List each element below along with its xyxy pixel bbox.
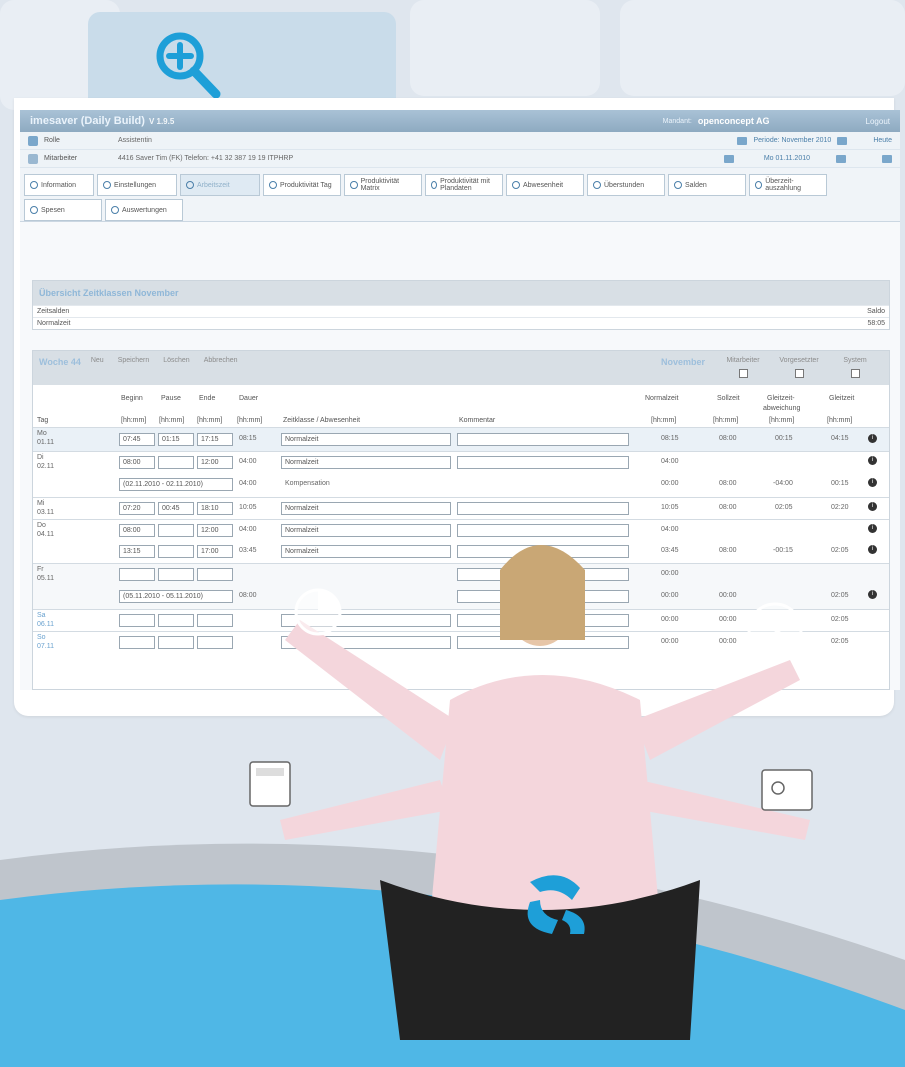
pie-chart-icon [294,588,342,636]
id-card-icon [761,769,813,811]
decorative-banner [0,545,905,1067]
clock-icon [747,602,803,658]
calculator-icon [249,761,291,807]
